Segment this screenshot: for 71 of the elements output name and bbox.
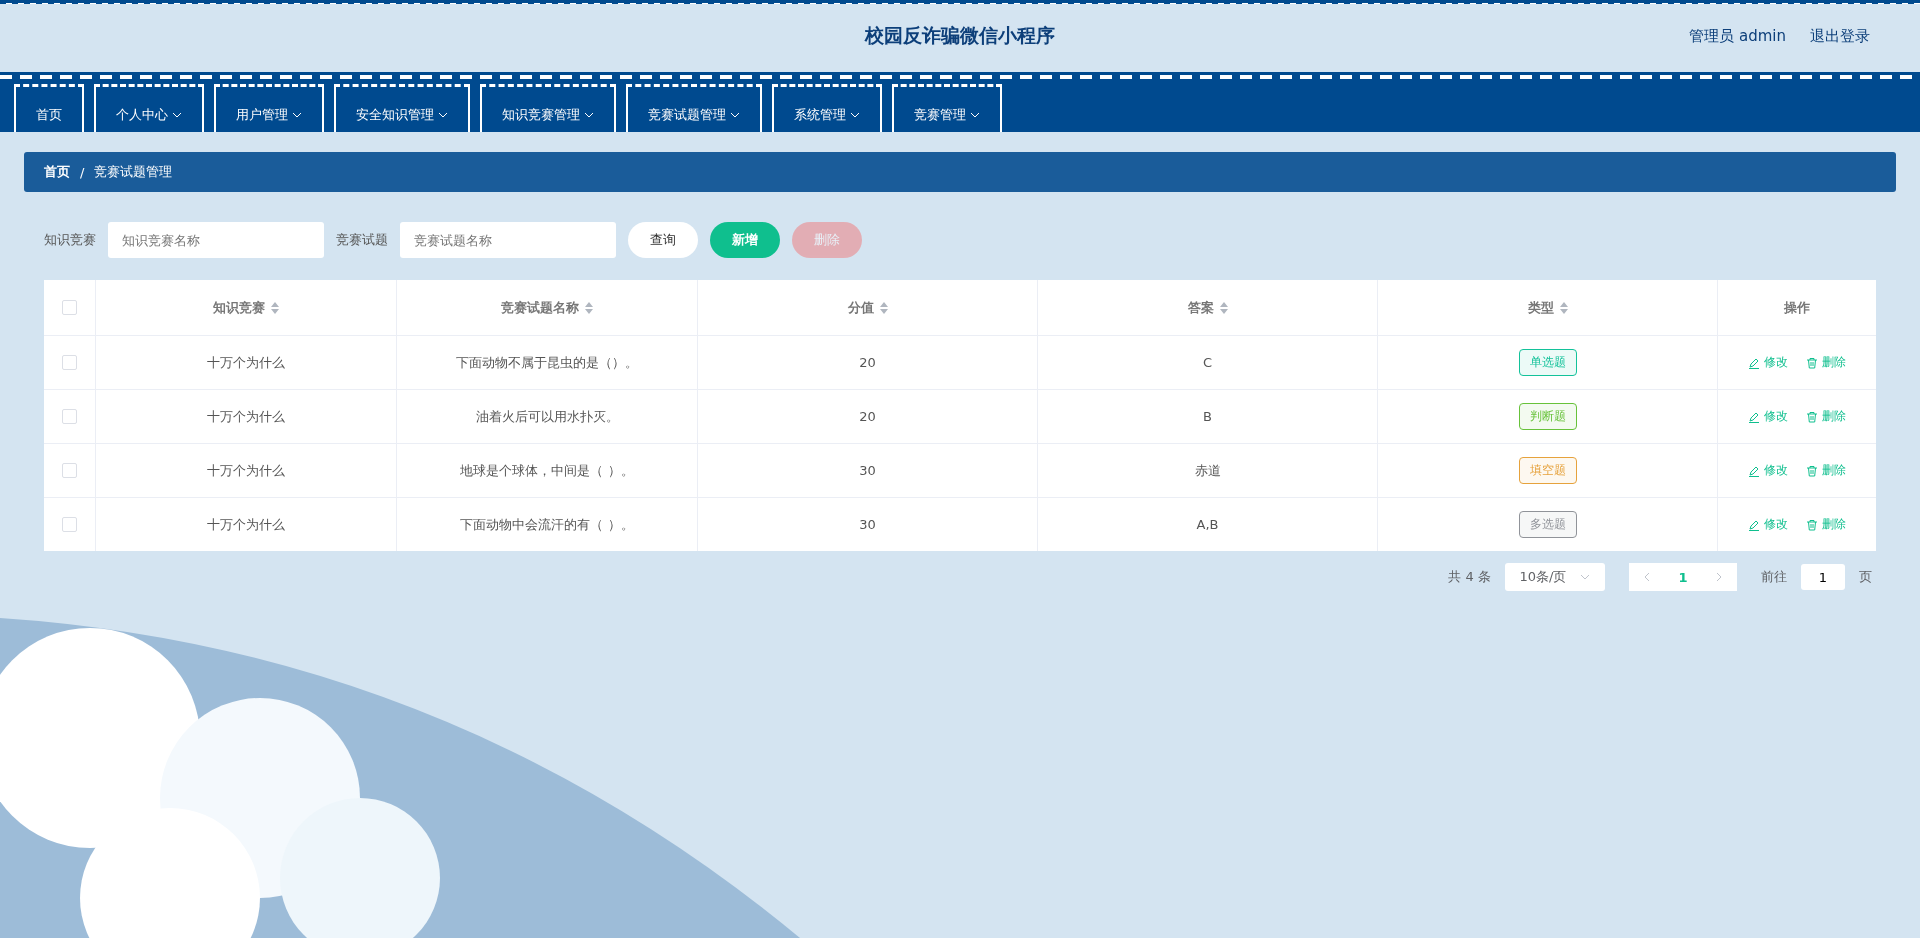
table-cell: 十万个为什么 (207, 515, 285, 534)
column-header: 分值 (847, 298, 874, 317)
sort-icon[interactable] (1219, 301, 1228, 314)
table-cell: A,B (1196, 517, 1219, 532)
table-cell: 油着火后可以用水扑灭。 (475, 407, 619, 426)
type-tag: 填空题 (1518, 457, 1577, 484)
page-input[interactable]: 1 (1801, 564, 1845, 590)
field-label: 竞赛试题 (336, 231, 388, 249)
pencil-icon (1748, 356, 1760, 369)
nav-tab[interactable]: 知识竞赛管理 (480, 84, 616, 132)
goto-label: 前往 (1761, 568, 1787, 586)
type-tag: 判断题 (1518, 403, 1577, 430)
type-tag: 多选题 (1518, 511, 1577, 538)
sort-icon[interactable] (271, 301, 279, 314)
table-cell: 地球是个球体，中间是（ ）。 (460, 461, 634, 480)
checkbox[interactable] (62, 300, 77, 315)
pencil-icon (1748, 518, 1760, 531)
checkbox[interactable] (62, 463, 77, 478)
table-cell: 30 (859, 517, 876, 532)
checkbox[interactable] (62, 517, 77, 532)
chevron-right-icon (1716, 572, 1722, 582)
breadcrumb-link[interactable]: 竞赛试题管理 (94, 163, 173, 181)
search-field[interactable]: 知识竞赛名称 (108, 222, 324, 258)
pencil-icon (1748, 464, 1760, 477)
checkbox[interactable] (62, 355, 77, 370)
query-button[interactable]: 查询 (628, 222, 698, 258)
column-header: 知识竞赛 (213, 298, 265, 317)
chevron-left-icon (1644, 572, 1650, 582)
user-label: 管理员 admin (1689, 26, 1786, 46)
search-field[interactable]: 竞赛试题名称 (400, 222, 616, 258)
nav-tab[interactable]: 用户管理 (214, 84, 324, 132)
field-label: 知识竞赛 (44, 231, 96, 249)
nav-tab[interactable]: 竞赛试题管理 (626, 84, 762, 132)
breadcrumb-link[interactable]: 首页 (44, 163, 70, 181)
table-cell: 十万个为什么 (207, 353, 285, 372)
sort-icon[interactable] (1559, 301, 1568, 314)
table-cell: 赤道 (1194, 461, 1221, 480)
column-header: 操作 (1784, 298, 1810, 317)
table-cell: 20 (859, 355, 876, 370)
nav-tab[interactable]: 首页 (14, 84, 84, 132)
table-cell: 20 (859, 409, 876, 424)
nav-tab[interactable]: 安全知识管理 (334, 84, 470, 132)
column-header: 答案 (1187, 298, 1214, 317)
trash-icon (1806, 464, 1818, 477)
breadcrumb-separator: / (80, 164, 85, 180)
nav-tab[interactable]: 竞赛管理 (892, 84, 1002, 132)
table-cell: C (1202, 355, 1213, 370)
table-cell: 30 (859, 463, 876, 478)
sort-icon[interactable] (879, 301, 888, 314)
column-header: 竞赛试题名称 (501, 298, 579, 317)
pencil-icon (1748, 410, 1760, 423)
trash-icon (1806, 356, 1818, 369)
nav-tab[interactable]: 系统管理 (772, 84, 882, 132)
logout-link[interactable]: 退出登录 (1810, 26, 1870, 46)
type-tag: 单选题 (1518, 349, 1577, 376)
app-title: 校园反诈骗微信小程序 (865, 23, 1055, 48)
checkbox[interactable] (62, 409, 77, 424)
table-cell: 十万个为什么 (207, 407, 285, 426)
page-suffix: 页 (1859, 568, 1872, 586)
sort-icon[interactable] (585, 301, 593, 314)
trash-icon (1806, 518, 1818, 531)
nav-tab[interactable]: 个人中心 (94, 84, 204, 132)
column-header: 类型 (1527, 298, 1554, 317)
page-size-select[interactable]: 10条/页 (1505, 563, 1605, 591)
table-cell: 下面动物不属于昆虫的是（）。 (456, 353, 638, 372)
table-cell: 下面动物中会流汗的有（ ）。 (460, 515, 634, 534)
table-cell: 十万个为什么 (207, 461, 285, 480)
total-count: 共 4 条 (1448, 568, 1491, 586)
table-cell: B (1203, 409, 1212, 424)
trash-icon (1806, 410, 1818, 423)
chevron-down-icon (1580, 574, 1591, 580)
